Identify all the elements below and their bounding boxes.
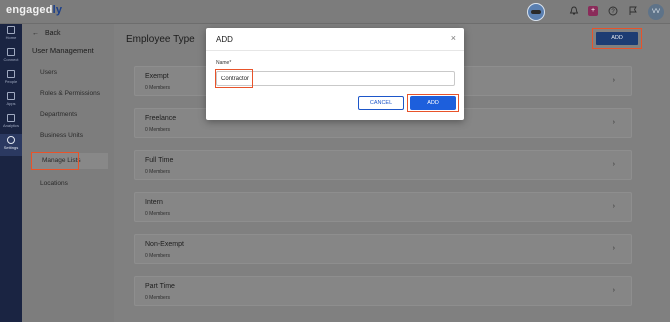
list-item-full-time[interactable]: Full Time 0 Members › <box>134 150 632 180</box>
apps-icon <box>7 92 15 100</box>
close-icon[interactable]: × <box>451 33 456 43</box>
page-title: Employee Type <box>126 34 195 45</box>
rail-label: Home <box>5 35 17 40</box>
list-item-non-exempt[interactable]: Non-Exempt 0 Members › <box>134 234 632 264</box>
name-field-label: Name* <box>216 60 232 66</box>
list-item-intern[interactable]: Intern 0 Members › <box>134 192 632 222</box>
connect-icon <box>7 48 15 56</box>
rail-item-apps[interactable]: Apps <box>0 90 22 112</box>
settings-sidebar: ← Back User Management Users Roles & Perm… <box>22 24 114 322</box>
logo-text-suffix: ly <box>52 4 63 16</box>
list-item-members: 0 Members <box>145 85 171 91</box>
rail-item-settings[interactable]: Settings <box>0 134 22 156</box>
rail-label: People <box>4 79 18 84</box>
sidebar-item-users[interactable]: Users <box>40 69 57 76</box>
analytics-icon <box>7 114 15 122</box>
people-icon <box>7 70 15 78</box>
list-item-name: Freelance <box>145 115 177 122</box>
chevron-right-icon: › <box>612 77 615 84</box>
back-label: Back <box>45 30 61 37</box>
list-item-name: Exempt <box>145 73 169 80</box>
dialog-divider <box>206 50 464 51</box>
gear-icon <box>7 136 15 144</box>
top-bar: engagedly + ? VV <box>0 0 670 24</box>
flag-icon[interactable] <box>627 6 639 18</box>
app-logo[interactable]: engagedly <box>6 4 62 16</box>
chevron-right-icon: › <box>612 287 615 294</box>
list-item-members: 0 Members <box>145 295 171 301</box>
list-item-members: 0 Members <box>145 169 171 175</box>
name-field-highlight <box>215 69 253 88</box>
rail-label: Analytics <box>2 123 19 128</box>
list-item-name: Non-Exempt <box>145 241 184 248</box>
sidebar-title: User Management <box>32 46 94 55</box>
rail-label: Connect <box>3 57 19 62</box>
manage-lists-highlight <box>31 152 79 170</box>
rail-label: Settings <box>3 145 19 150</box>
rail-label: Apps <box>6 101 16 106</box>
chevron-right-icon: › <box>612 119 615 126</box>
logo-text-prefix: engaged <box>6 4 53 16</box>
icon-rail: Home Connect People Apps Analytics Setti… <box>0 24 22 322</box>
rail-item-home[interactable]: Home <box>0 24 22 46</box>
rail-item-people[interactable]: People <box>0 68 22 90</box>
chevron-right-icon: › <box>612 245 615 252</box>
sidebar-item-business-units[interactable]: Business Units <box>40 132 83 139</box>
list-item-members: 0 Members <box>145 253 171 259</box>
list-item-members: 0 Members <box>145 211 171 217</box>
plus-badge-icon[interactable]: + <box>588 6 598 16</box>
add-button[interactable]: ADD <box>596 32 638 45</box>
sidebar-item-roles-permissions[interactable]: Roles & Permissions <box>40 90 100 97</box>
sidebar-item-departments[interactable]: Departments <box>40 111 77 118</box>
chevron-right-icon: › <box>612 203 615 210</box>
bell-icon[interactable] <box>568 6 580 18</box>
list-item-name: Full Time <box>145 157 174 164</box>
list-item-part-time[interactable]: Part Time 0 Members › <box>134 276 632 306</box>
list-item-name: Intern <box>145 199 163 206</box>
rail-item-analytics[interactable]: Analytics <box>0 112 22 134</box>
submit-add-button[interactable]: ADD <box>410 96 456 110</box>
rail-item-connect[interactable]: Connect <box>0 46 22 68</box>
avatar[interactable]: VV <box>648 4 664 20</box>
mascot-icon[interactable] <box>527 3 545 21</box>
arrow-left-icon: ← <box>32 30 39 37</box>
list-item-members: 0 Members <box>145 127 171 133</box>
cancel-button[interactable]: CANCEL <box>358 96 404 110</box>
list-item-name: Part Time <box>145 283 175 290</box>
sidebar-item-locations[interactable]: Locations <box>40 180 68 187</box>
chevron-right-icon: › <box>612 161 615 168</box>
add-dialog: ADD × Name* CANCEL ADD <box>206 28 464 120</box>
back-link[interactable]: ← Back <box>32 30 61 37</box>
home-icon <box>7 26 15 34</box>
dialog-title: ADD <box>216 35 233 44</box>
help-icon[interactable]: ? <box>607 6 619 18</box>
